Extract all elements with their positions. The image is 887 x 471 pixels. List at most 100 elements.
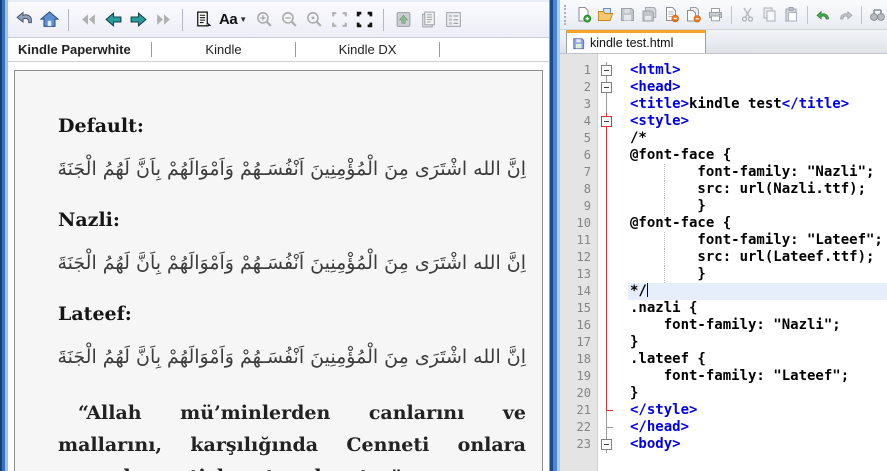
page-view-icon[interactable] xyxy=(192,10,212,30)
new-file-icon[interactable] xyxy=(574,5,593,24)
toolbar-separator xyxy=(807,5,808,24)
close-file-icon[interactable] xyxy=(662,5,681,24)
code-line[interactable]: 7 font-family: "Nazli"; xyxy=(560,164,887,181)
code-line[interactable]: 2 <head> xyxy=(560,79,887,96)
zoom-in-icon[interactable] xyxy=(254,10,274,30)
tab-kindle-dx[interactable]: Kindle DX xyxy=(296,38,439,61)
fold-margin[interactable] xyxy=(598,266,628,283)
find-icon[interactable] xyxy=(868,5,887,24)
fold-margin[interactable] xyxy=(598,385,628,402)
prev-page-icon[interactable] xyxy=(103,10,123,30)
code-line[interactable]: 21 </style> xyxy=(560,402,887,419)
fold-collapse-icon[interactable] xyxy=(601,82,612,93)
code-line[interactable]: 16 font-family: "Nazli"; xyxy=(560,317,887,334)
code-line[interactable]: 10 @font-face { xyxy=(560,215,887,232)
fold-margin[interactable] xyxy=(598,164,628,181)
back-icon[interactable] xyxy=(14,10,34,30)
fold-margin[interactable] xyxy=(598,334,628,351)
code-line[interactable]: 1 <html> xyxy=(560,62,887,79)
text-view-icon[interactable] xyxy=(418,10,438,30)
nav-panel-icon[interactable] xyxy=(443,10,463,30)
code-line[interactable]: 8 src: url(Nazli.ttf); xyxy=(560,181,887,198)
fold-margin[interactable] xyxy=(598,198,628,215)
fold-margin[interactable] xyxy=(598,368,628,385)
undo-icon[interactable] xyxy=(814,5,833,24)
font-section-lateef: Lateef: اِنَّ الله اشْتَرَى مِنَ الْمُؤْ… xyxy=(58,303,526,372)
fold-collapse-icon[interactable] xyxy=(601,439,612,450)
print-icon[interactable] xyxy=(706,5,725,24)
fold-end-icon[interactable] xyxy=(598,419,614,436)
code-editor[interactable]: 1 <html> 2 <head> 3 <title>kindle test</title… xyxy=(560,54,887,471)
fold-collapse-icon[interactable] xyxy=(601,116,612,127)
code-line[interactable]: 22 </head> xyxy=(560,419,887,436)
fold-margin[interactable] xyxy=(598,215,628,232)
open-file-icon[interactable] xyxy=(596,5,615,24)
code-line[interactable]: 12 src: url(Lateef.ttf); xyxy=(560,249,887,266)
cover-view-icon[interactable] xyxy=(393,10,413,30)
code-line[interactable]: 18 .lateef { xyxy=(560,351,887,368)
code-line[interactable]: 4 <style> xyxy=(560,113,887,130)
fold-margin[interactable] xyxy=(598,62,628,79)
actual-size-icon[interactable] xyxy=(354,10,374,30)
fold-collapse-icon[interactable] xyxy=(601,65,612,76)
screen: Aa ▼ Kindle Paperwhite Kindle Kindle DX … xyxy=(0,0,887,471)
paste-icon[interactable] xyxy=(782,5,801,24)
code-line[interactable]: 3 <title>kindle test</title> xyxy=(560,96,887,113)
fold-margin[interactable] xyxy=(598,249,628,266)
toolbar-separator xyxy=(861,5,862,24)
code-line[interactable]: 9 } xyxy=(560,198,887,215)
close-all-icon[interactable] xyxy=(684,5,703,24)
code-text: font-family: "Lateef"; xyxy=(630,368,850,384)
home-icon[interactable] xyxy=(39,10,59,30)
fold-margin[interactable] xyxy=(598,181,628,198)
tab-kindle[interactable]: Kindle xyxy=(152,38,295,61)
next-page-icon[interactable] xyxy=(128,10,148,30)
fold-margin[interactable] xyxy=(598,436,628,453)
redo-icon[interactable] xyxy=(836,5,855,24)
code-line[interactable]: 6 @font-face { xyxy=(560,147,887,164)
fold-margin[interactable] xyxy=(598,317,628,334)
fold-end-icon[interactable] xyxy=(598,402,614,419)
zoom-out-icon[interactable] xyxy=(279,10,299,30)
text-size-control[interactable]: Aa ▼ xyxy=(217,11,249,28)
code-line[interactable]: 13 } xyxy=(560,266,887,283)
save-all-icon[interactable] xyxy=(640,5,659,24)
cut-icon[interactable] xyxy=(738,5,757,24)
code-line[interactable]: 11 font-family: "Lateef"; xyxy=(560,232,887,249)
fold-margin[interactable] xyxy=(598,96,628,113)
code-line[interactable]: 15 .nazli { xyxy=(560,300,887,317)
fold-margin[interactable] xyxy=(598,79,628,96)
fold-margin[interactable] xyxy=(598,147,628,164)
fold-margin[interactable] xyxy=(598,283,628,300)
fold-margin[interactable] xyxy=(598,402,628,419)
code-text: /* xyxy=(630,130,647,146)
fit-width-icon[interactable] xyxy=(329,10,349,30)
fold-margin[interactable] xyxy=(598,130,628,147)
code-line[interactable]: 23 <body> xyxy=(560,436,887,453)
arabic-sample-text: اِنَّ الله اشْتَرَى مِنَ الْمُؤْمِنِينَ … xyxy=(58,346,526,368)
zoom-reset-icon[interactable] xyxy=(304,10,324,30)
fold-margin[interactable] xyxy=(598,113,628,130)
fold-margin[interactable] xyxy=(598,300,628,317)
code-line[interactable]: 17} xyxy=(560,334,887,351)
code-line[interactable]: 5 /* xyxy=(560,130,887,147)
device-tabs: Kindle Paperwhite Kindle Kindle DX xyxy=(8,38,549,62)
fold-margin[interactable] xyxy=(598,351,628,368)
tab-kindle-test-html[interactable]: kindle test.html xyxy=(566,30,706,53)
first-page-icon[interactable] xyxy=(78,10,98,30)
code-text: } xyxy=(630,334,639,350)
fold-margin[interactable] xyxy=(598,419,628,436)
code-text: } xyxy=(630,385,639,401)
preview-page[interactable]: Default: اِنَّ الله اشْتَرَى مِنَ الْمُؤ… xyxy=(14,70,543,471)
fold-margin[interactable] xyxy=(598,232,628,249)
copy-icon[interactable] xyxy=(760,5,779,24)
editor-window: kindle test.html 1 <html> 2 <head> 3 <title>k… xyxy=(560,0,887,471)
last-page-icon[interactable] xyxy=(153,10,173,30)
save-icon[interactable] xyxy=(618,5,637,24)
code-line[interactable]: 14 */ xyxy=(560,283,887,300)
code-line[interactable]: 20} xyxy=(560,385,887,402)
code-line[interactable]: 19 font-family: "Lateef"; xyxy=(560,368,887,385)
tab-kindle-paperwhite[interactable]: Kindle Paperwhite xyxy=(8,38,151,61)
toolbar-grip[interactable] xyxy=(564,4,568,25)
code-text: */ xyxy=(628,283,887,300)
